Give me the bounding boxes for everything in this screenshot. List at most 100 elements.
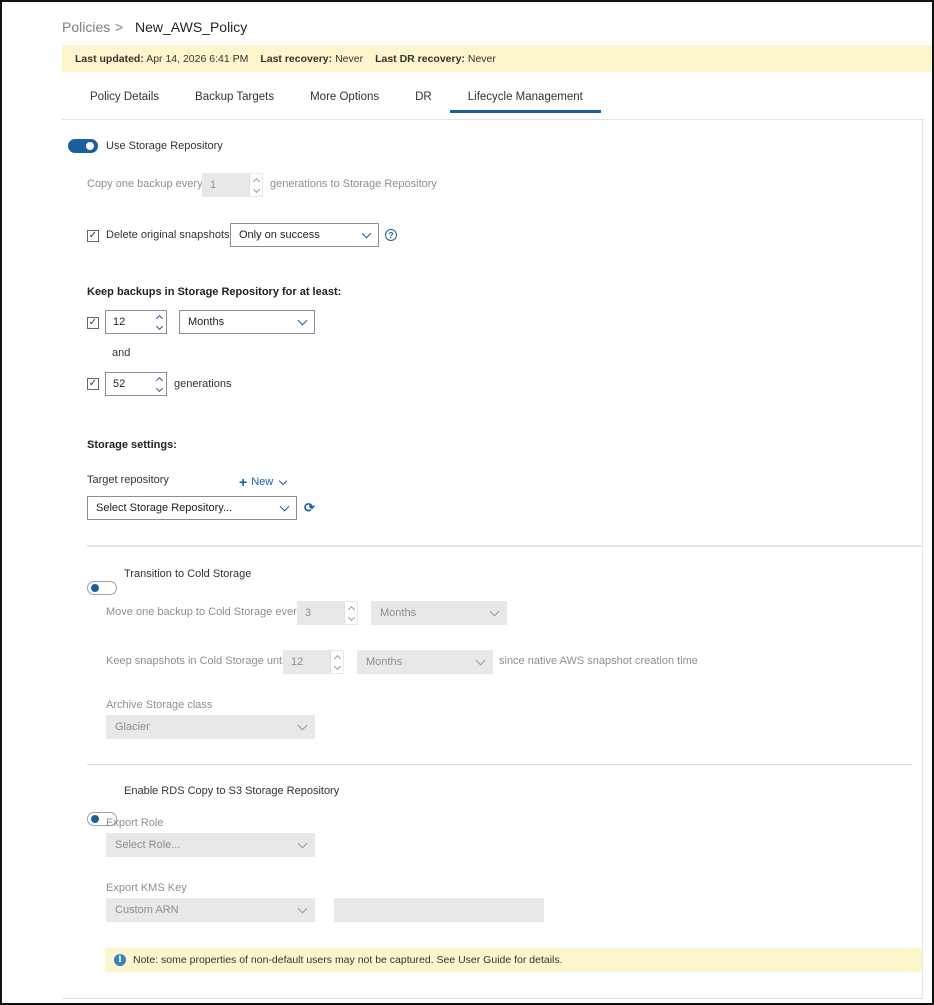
- help-icon[interactable]: ?: [385, 229, 397, 241]
- new-repository-button[interactable]: + New: [239, 474, 288, 490]
- keep-backups-heading: Keep backups in Storage Repository for a…: [87, 286, 342, 298]
- decrement-icon[interactable]: [333, 662, 341, 670]
- bottom-divider: [62, 998, 922, 999]
- chevron-down-icon: [489, 606, 500, 616]
- keep-generations-checkbox[interactable]: ✓: [87, 378, 99, 390]
- delete-snapshots-label: Delete original snapshots: [106, 229, 230, 241]
- target-repository-select[interactable]: Select Storage Repository...: [87, 496, 297, 520]
- tab-dr[interactable]: DR: [397, 84, 450, 113]
- stepper-arrows[interactable]: [153, 311, 166, 333]
- export-role-label: Export Role: [106, 817, 164, 829]
- move-backup-stepper[interactable]: 3: [297, 601, 358, 625]
- plus-icon: +: [239, 474, 248, 490]
- decrement-icon[interactable]: [347, 613, 355, 621]
- keep-generations-value: 52: [113, 378, 126, 390]
- policy-info-bar: Last updated: Apr 14, 2026 6:41 PM Last …: [62, 45, 932, 72]
- delete-snapshots-select[interactable]: Only on success: [230, 223, 379, 247]
- chevron-down-icon: [278, 476, 288, 485]
- check-icon: ✓: [88, 317, 98, 328]
- tab-backup-targets[interactable]: Backup Targets: [177, 84, 292, 113]
- and-label: and: [112, 347, 131, 359]
- decrement-icon[interactable]: [155, 384, 164, 392]
- keep-period-checkbox[interactable]: ✓: [87, 317, 99, 329]
- tab-divider: [62, 119, 924, 120]
- move-backup-unit-value: Months: [380, 607, 417, 619]
- export-kms-select[interactable]: Custom ARN: [106, 898, 315, 922]
- archive-class-value: Glacier: [115, 721, 150, 733]
- stepper-arrows[interactable]: [330, 651, 343, 673]
- copy-every-label: Copy one backup every: [87, 178, 203, 190]
- delete-snapshots-value: Only on success: [239, 229, 320, 241]
- increment-icon[interactable]: [347, 605, 355, 613]
- breadcrumb-separator: >: [115, 19, 124, 35]
- tab-more-options[interactable]: More Options: [292, 84, 397, 113]
- keep-period-unit-select[interactable]: Months: [179, 310, 315, 334]
- stepper-arrows[interactable]: [344, 602, 357, 624]
- tab-policy-details[interactable]: Policy Details: [72, 84, 177, 113]
- tab-lifecycle-management[interactable]: Lifecycle Management: [449, 84, 601, 113]
- toggle-knob: [91, 584, 99, 592]
- decrement-icon[interactable]: [252, 185, 260, 193]
- export-kms-value: Custom ARN: [115, 904, 179, 916]
- copy-every-stepper[interactable]: 1: [202, 173, 263, 197]
- increment-icon[interactable]: [252, 177, 260, 185]
- target-repository-value: Select Storage Repository...: [96, 502, 233, 514]
- content-border: [922, 119, 923, 999]
- increment-icon[interactable]: [155, 314, 164, 322]
- increment-icon[interactable]: [155, 376, 164, 384]
- move-backup-value: 3: [305, 607, 312, 619]
- generations-label: generations: [174, 378, 232, 390]
- archive-class-label: Archive Storage class: [106, 699, 213, 711]
- export-role-select[interactable]: Select Role...: [106, 833, 315, 857]
- keep-cold-value: 12: [291, 656, 304, 668]
- last-dr-recovery: Last DR recovery: Never: [375, 52, 496, 65]
- note-text: Note: some properties of non-default use…: [133, 954, 563, 966]
- increment-icon[interactable]: [333, 654, 341, 662]
- export-kms-label: Export KMS Key: [106, 882, 187, 894]
- last-recovery: Last recovery: Never: [260, 52, 364, 65]
- copy-every-suffix: generations to Storage Repository: [270, 178, 437, 190]
- target-repository-label: Target repository: [87, 474, 169, 486]
- archive-class-select[interactable]: Glacier: [106, 715, 315, 739]
- keep-period-unit-value: Months: [188, 316, 225, 328]
- breadcrumb-policies-link[interactable]: Policies: [62, 19, 110, 35]
- policy-tabs: Policy Details Backup Targets More Optio…: [72, 84, 601, 114]
- rds-copy-label: Enable RDS Copy to S3 Storage Repository: [124, 785, 340, 797]
- keep-cold-unit-select[interactable]: Months: [357, 650, 493, 674]
- stepper-arrows[interactable]: [249, 174, 262, 196]
- refresh-icon[interactable]: ⟳: [304, 500, 315, 516]
- keep-period-value: 12: [113, 316, 126, 328]
- last-updated: Last updated: Apr 14, 2026 6:41 PM: [75, 52, 249, 65]
- use-storage-repository-toggle[interactable]: [68, 139, 98, 153]
- new-label: New: [251, 476, 274, 488]
- stepper-arrows[interactable]: [153, 373, 166, 395]
- keep-cold-label: Keep snapshots in Cold Storage until: [106, 655, 288, 667]
- keep-generations-stepper[interactable]: 52: [105, 372, 167, 396]
- decrement-icon[interactable]: [155, 322, 164, 330]
- export-role-value: Select Role...: [115, 839, 181, 851]
- chevron-down-icon: [297, 903, 308, 913]
- delete-snapshots-checkbox[interactable]: ✓: [87, 230, 99, 242]
- toggle-knob: [86, 142, 94, 150]
- cold-storage-toggle[interactable]: [87, 581, 117, 595]
- note-banner: i Note: some properties of non-default u…: [105, 948, 922, 972]
- chevron-down-icon: [297, 315, 308, 325]
- chevron-down-icon: [475, 655, 486, 665]
- page-title: New_AWS_Policy: [135, 19, 248, 35]
- chevron-down-icon: [297, 720, 308, 730]
- chevron-down-icon: [361, 228, 372, 238]
- move-backup-unit-select[interactable]: Months: [371, 601, 507, 625]
- chevron-down-icon: [297, 838, 308, 848]
- keep-period-stepper[interactable]: 12: [105, 310, 167, 334]
- section-divider: [87, 764, 912, 765]
- info-icon: i: [114, 954, 126, 966]
- kms-arn-input[interactable]: [334, 898, 544, 922]
- cold-storage-label: Transition to Cold Storage: [124, 568, 252, 580]
- move-backup-label: Move one backup to Cold Storage every: [106, 606, 303, 618]
- copy-every-value: 1: [210, 179, 217, 191]
- check-icon: ✓: [88, 378, 98, 389]
- keep-cold-suffix: since native AWS snapshot creation time: [499, 655, 698, 667]
- storage-settings-heading: Storage settings:: [87, 439, 177, 451]
- section-divider: [87, 545, 922, 547]
- keep-cold-stepper[interactable]: 12: [283, 650, 344, 674]
